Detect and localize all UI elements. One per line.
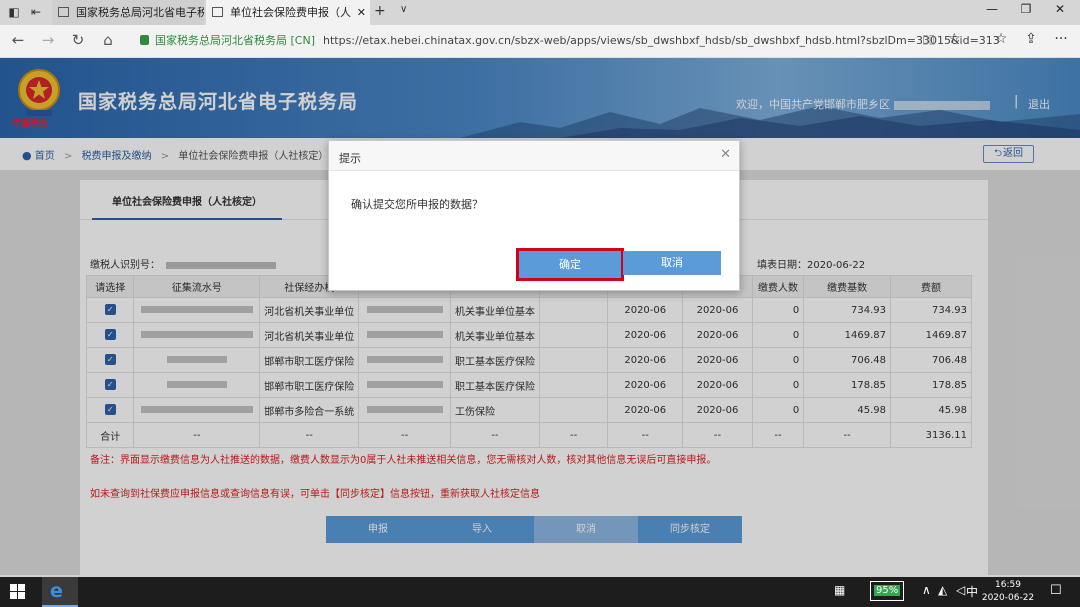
tab-close-icon[interactable]: ✕ [357,0,366,25]
minimize-button[interactable]: — [982,2,1002,16]
favorites-hub-icon[interactable]: ☆ [990,31,1012,47]
dialog-header: 提示 ✕ [329,141,739,171]
edge-taskbar-button[interactable]: e [42,577,78,607]
site-identity: 国家税务总局河北省税务局 [CN] [155,34,315,47]
page-icon [212,7,223,17]
close-icon[interactable]: ✕ [720,147,731,162]
dialog-message: 确认提交您所申报的数据？ [351,198,483,211]
chevron-up-icon[interactable]: ∧ [922,583,931,597]
clock-time: 16:59 [995,580,1021,590]
language-indicator[interactable]: 中 [966,583,978,600]
close-window-button[interactable]: ✕ [1050,2,1070,16]
tab-label: 单位社会保险费申报（人 [230,6,351,19]
battery-level: 95% [874,585,901,596]
restore-button[interactable]: ❐ [1016,2,1036,16]
page-icon [58,7,69,17]
tab-social-insurance[interactable]: 单位社会保险费申报（人 ✕ [206,0,370,25]
reload-icon[interactable]: ↻ [68,31,88,49]
windows-taskbar: e ▦ 95% ∧ ◭ ◁ 中 16:59 2020-06-22 ☐ [0,577,1080,607]
confirm-button[interactable]: 确定 [516,248,624,281]
url-text: https://etax.hebei.chinatax.gov.cn/sbzx-… [323,34,1000,47]
browser-address-bar: ← → ↻ ⌂ 国家税务总局河北省税务局 [CN] https://etax.he… [0,25,1080,58]
modal-overlay [0,58,1080,577]
tab-etax-home[interactable]: 国家税务总局河北省电子税务 [52,0,204,25]
url-field[interactable]: 国家税务总局河北省税务局 [CN] https://etax.hebei.chin… [140,30,1000,52]
share-icon[interactable]: ⇪ [1020,31,1042,47]
clock[interactable]: 16:59 2020-06-22 [978,579,1038,605]
set-aside-tabs-icon[interactable]: ⇤ [28,4,44,20]
back-icon[interactable]: ← [8,31,28,49]
favorite-star-icon[interactable]: ☆ [948,31,961,47]
lock-icon [140,35,149,45]
keyboard-icon[interactable]: ▦ [834,583,845,597]
home-icon[interactable]: ⌂ [98,31,118,49]
more-icon[interactable]: ··· [1050,31,1072,47]
browser-tab-bar: ◧ ⇤ 国家税务总局河北省电子税务 单位社会保险费申报（人 ✕ + ∨ — ❐ … [0,0,1080,25]
new-tab-button[interactable]: + [374,3,386,19]
battery-indicator[interactable]: 95% [870,581,905,601]
windows-start-icon[interactable] [10,584,26,600]
dialog-title: 提示 [339,152,361,165]
confirm-dialog: 提示 ✕ 确认提交您所申报的数据？ 确定 取消 [328,140,740,291]
tab-label: 国家税务总局河北省电子税务 [76,6,204,19]
dialog-cancel-button[interactable]: 取消 [623,251,721,275]
volume-icon[interactable]: ◁ [956,583,965,597]
network-icon[interactable]: ◭ [938,583,947,597]
notification-icon[interactable]: ☐ [1050,583,1062,598]
forward-icon[interactable]: → [38,31,58,49]
tab-actions-icon[interactable]: ◧ [6,4,22,20]
tab-dropdown-icon[interactable]: ∨ [400,4,407,15]
reading-view-icon[interactable]: ▯▯ [922,32,935,46]
edge-icon: e [50,580,63,602]
clock-date: 2020-06-22 [981,593,1035,603]
